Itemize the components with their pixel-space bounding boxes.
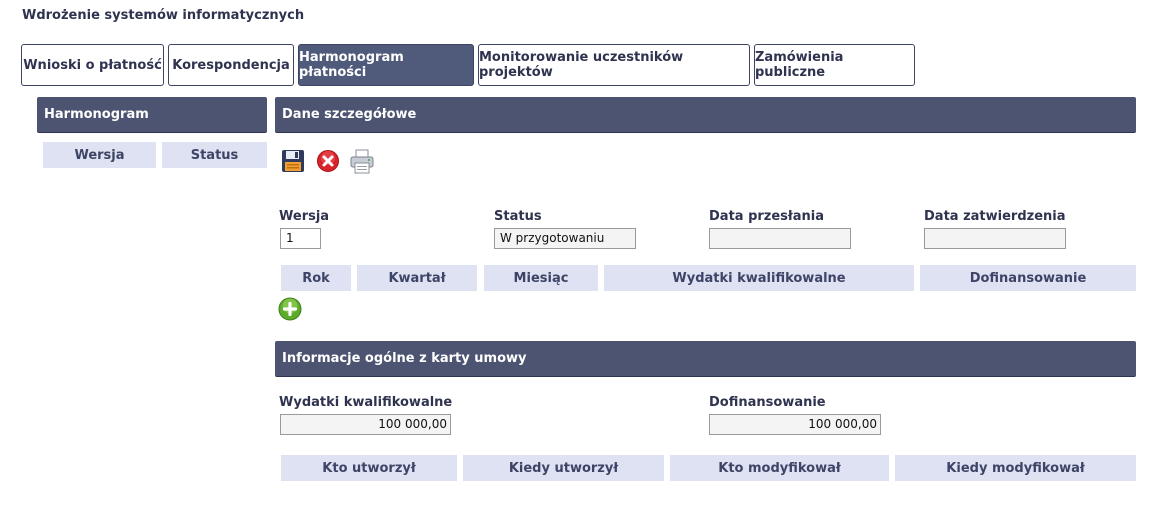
column-header-kto-utworzyl[interactable]: Kto utworzył <box>281 455 457 481</box>
column-header-rok[interactable]: Rok <box>281 265 351 291</box>
data-przeslania-label: Data przesłania <box>709 209 824 224</box>
tab-wnioski-o-platnosc[interactable]: Wnioski o płatność <box>21 44 164 86</box>
dofinansowanie-field[interactable]: 100 000,00 <box>709 414 881 435</box>
column-header-wydatki-kwalifikowalne[interactable]: Wydatki kwalifikowalne <box>604 265 914 291</box>
status-label: Status <box>494 209 542 224</box>
column-header-kto-modyfikowal[interactable]: Kto modyfikował <box>670 455 889 481</box>
tab-monitorowanie-uczestnikow[interactable]: Monitorowanie uczestników projektów <box>478 44 750 86</box>
column-header-status[interactable]: Status <box>162 142 267 168</box>
wersja-label: Wersja <box>279 209 330 224</box>
wydatki-kwalifikowalne-label: Wydatki kwalifikowalne <box>279 395 453 410</box>
column-header-miesiac[interactable]: Miesiąc <box>484 265 598 291</box>
data-przeslania-field[interactable] <box>709 228 851 249</box>
print-icon[interactable] <box>349 149 375 174</box>
add-row-icon[interactable] <box>278 297 302 321</box>
tab-harmonogram-platnosci[interactable]: Harmonogram płatności <box>298 44 474 86</box>
app-title: Wdrożenie systemów informatycznych <box>22 8 305 23</box>
data-zatwierdzenia-label: Data zatwierdzenia <box>924 209 1066 224</box>
dofinansowanie-label: Dofinansowanie <box>709 395 826 410</box>
data-zatwierdzenia-field[interactable] <box>924 228 1066 249</box>
wersja-field[interactable]: 1 <box>280 228 321 249</box>
column-header-wersja[interactable]: Wersja <box>43 142 156 168</box>
status-field[interactable]: W przygotowaniu <box>494 228 636 249</box>
save-icon[interactable] <box>281 149 305 173</box>
harmonogram-panel-header: Harmonogram <box>37 97 267 133</box>
column-header-kiedy-modyfikowal[interactable]: Kiedy modyfikował <box>895 455 1136 481</box>
column-header-kwartal[interactable]: Kwartał <box>357 265 477 291</box>
contract-info-panel-header: Informacje ogólne z karty umowy <box>275 341 1136 377</box>
delete-icon[interactable] <box>316 149 340 173</box>
column-header-dofinansowanie[interactable]: Dofinansowanie <box>920 265 1136 291</box>
column-header-kiedy-utworzyl[interactable]: Kiedy utworzył <box>463 455 664 481</box>
wydatki-kwalifikowalne-field[interactable]: 100 000,00 <box>280 414 451 435</box>
details-panel-header: Dane szczegółowe <box>275 97 1136 133</box>
tab-korespondencja[interactable]: Korespondencja <box>168 44 294 86</box>
tab-zamowienia-publiczne[interactable]: Zamówienia publiczne <box>754 44 915 86</box>
